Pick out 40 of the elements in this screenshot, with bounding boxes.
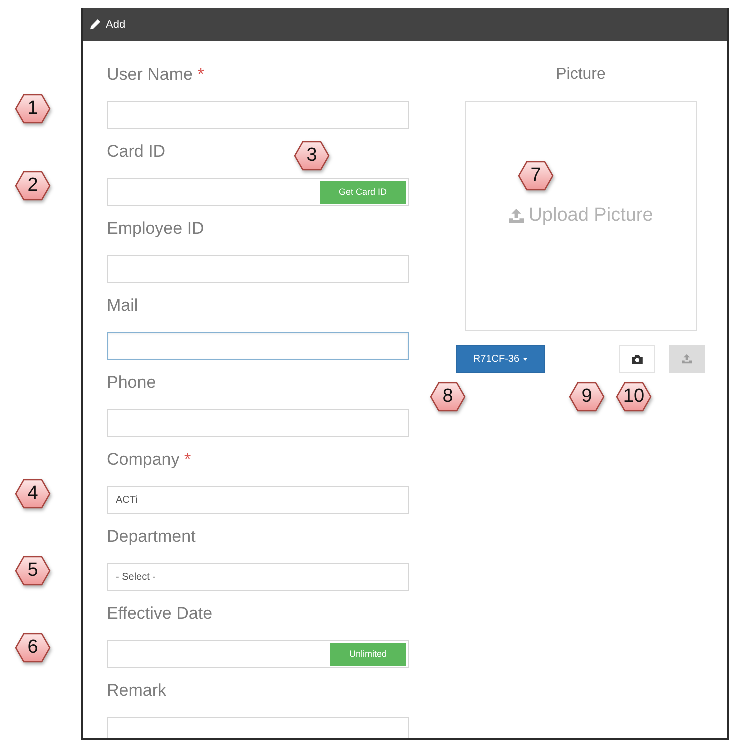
pencil-icon <box>90 19 101 30</box>
input-field[interactable] <box>107 717 409 738</box>
input-field[interactable] <box>107 101 409 129</box>
action-button[interactable]: Get Card ID <box>320 180 406 204</box>
input-field[interactable] <box>107 255 409 283</box>
field-label: Department <box>107 527 196 547</box>
callout-badge: 5 <box>15 556 51 586</box>
window-title: Add <box>106 18 126 30</box>
caret-icon <box>522 358 528 360</box>
action-button[interactable]: Unlimited <box>330 642 406 666</box>
input-field[interactable]: Unlimited <box>107 640 409 668</box>
callout-badge: 8 <box>430 382 466 412</box>
callout-badge: 4 <box>15 479 51 509</box>
upload-icon <box>508 209 524 223</box>
callout-badge: 3 <box>294 141 330 171</box>
callout-badge: 2 <box>15 171 51 201</box>
select-field[interactable]: - Select - <box>107 563 409 591</box>
field-label: Effective Date <box>107 604 213 624</box>
input-field[interactable] <box>107 332 409 360</box>
dropdown-button[interactable]: R71CF-36 <box>456 345 545 373</box>
callout-badge: 7 <box>518 161 554 191</box>
field-label: User Name * <box>107 65 204 85</box>
callout-badge: 9 <box>569 382 605 412</box>
camera-icon <box>632 354 642 364</box>
input-field[interactable]: ACTi <box>107 486 409 514</box>
field-label: Remark <box>107 681 167 701</box>
upload-icon <box>682 354 692 364</box>
field-label: Company * <box>107 450 192 470</box>
input-field[interactable]: Get Card ID <box>107 178 409 206</box>
camera-button[interactable] <box>619 345 655 373</box>
field-label: Phone <box>107 373 156 393</box>
callout-badge: 10 <box>616 382 652 412</box>
field-label: Employee ID <box>107 219 204 239</box>
input-field[interactable] <box>107 409 409 437</box>
picture-label: Picture <box>556 65 606 85</box>
field-label: Mail <box>107 296 138 316</box>
callout-badge: 6 <box>15 633 51 663</box>
field-label: Card ID <box>107 142 166 162</box>
upload-link[interactable]: Upload Picture <box>508 205 654 227</box>
callout-badge: 1 <box>15 94 51 124</box>
